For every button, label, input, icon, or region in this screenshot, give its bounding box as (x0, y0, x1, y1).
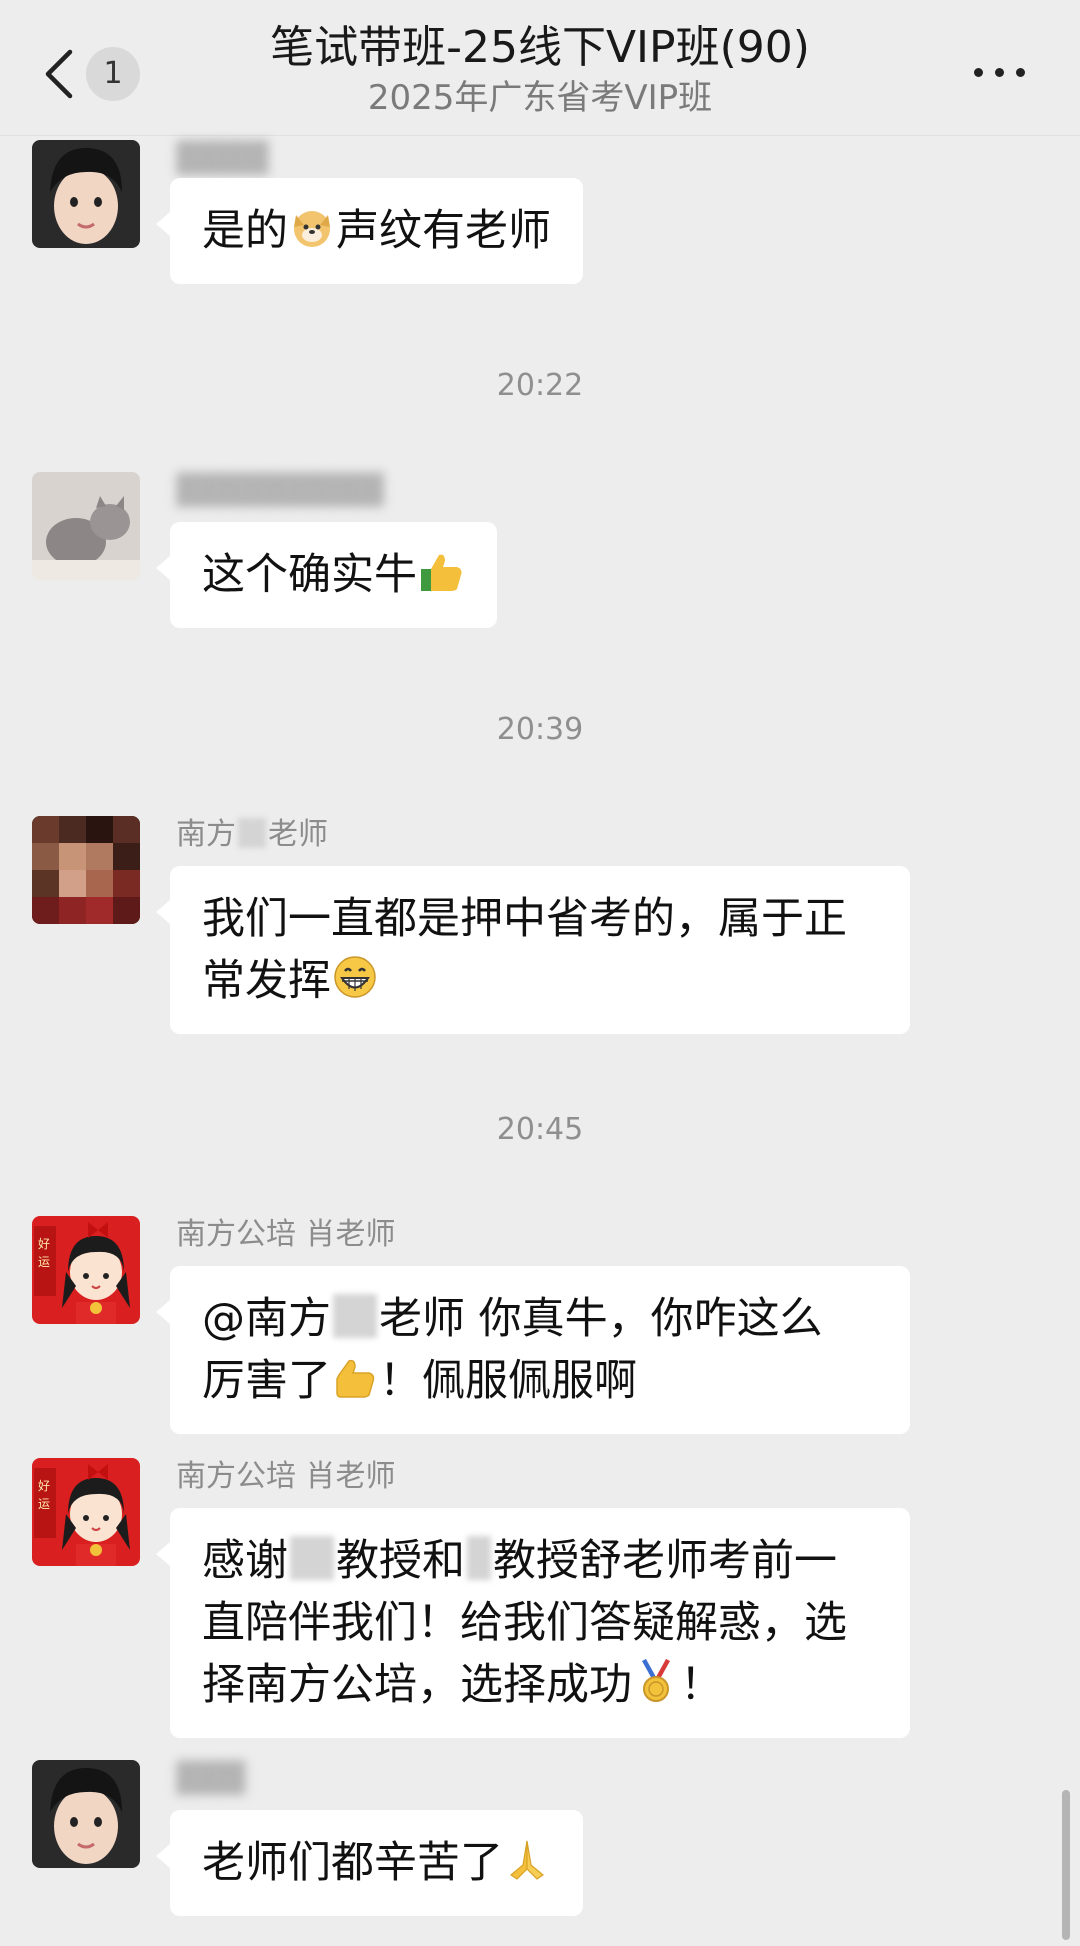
message-text: ！佩服佩服啊 (379, 1356, 637, 1406)
message-text: 声纹有老师 (336, 206, 551, 256)
sender-name-masked: ▓▓▓▓▓▓▓▓▓ (176, 473, 384, 508)
thumbs-up-emoji-icon (336, 1359, 375, 1398)
grin-emoji-icon (334, 956, 376, 998)
message-text: 直陪伴我们！给我们答疑解惑，选 (202, 1598, 847, 1648)
message-text: 厉害了 (202, 1356, 331, 1406)
scrollbar[interactable] (1062, 1790, 1070, 1940)
message-text: 择南方公培，选择成功 (202, 1660, 632, 1710)
sender-name: 南方 老师 (176, 817, 328, 852)
mention-link[interactable]: @南方 (202, 1294, 331, 1344)
message-bubble[interactable]: 感谢 教授和 教授舒老师考前一 直陪伴我们！给我们答疑解惑，选 择南方公培，选择成功… (156, 1508, 910, 1738)
avatar[interactable] (32, 140, 140, 248)
avatar[interactable] (32, 816, 140, 924)
timestamp: 20:22 (496, 368, 584, 403)
message-bubble[interactable]: 这个确实牛 (156, 522, 497, 628)
chat-title: 笔试带班-25线下VIP班(90) (270, 22, 810, 73)
timestamp: 20:39 (496, 712, 584, 747)
sender-name-masked: ▓▓▓ (176, 1761, 246, 1796)
svg-text:好: 好 (38, 1479, 50, 1493)
sender-name: 南方公培 肖老师 (176, 1459, 396, 1494)
sender-name-masked: ▓▓▓▓ (176, 141, 269, 176)
message-text: 这个确实牛 (202, 550, 417, 600)
message-text: ！ (680, 1660, 723, 1710)
chat-title-area[interactable]: 笔试带班-25线下VIP班(90) 2025年广东省考VIP班 (200, 20, 880, 120)
svg-text:好: 好 (38, 1237, 50, 1251)
svg-text:运: 运 (38, 1255, 50, 1269)
message-text: 是的 (202, 206, 288, 256)
doge-emoji-icon (294, 211, 330, 247)
avatar[interactable] (32, 472, 140, 580)
chat-header: 1 笔试带班-25线下VIP班(90) 2025年广东省考VIP班 (0, 0, 1080, 136)
message-bubble[interactable]: @南方 老师 你真牛，你咋这么 厉害了 ！佩服佩服啊 (156, 1266, 910, 1434)
message-text: 我们一直都是押中省考的，属于正 (202, 894, 847, 944)
message-bubble[interactable]: 是的 声纹有老师 (156, 178, 583, 284)
avatar[interactable]: 好 运 (32, 1458, 140, 1566)
message-text: 教授舒老师考前一 (493, 1536, 837, 1586)
unread-count-badge: 1 (86, 47, 140, 101)
thumbs-up-emoji-icon (421, 554, 462, 591)
medal-emoji-icon (642, 1659, 670, 1702)
message-text: 老师们都辛苦了 (202, 1838, 503, 1888)
more-dots-icon[interactable] (970, 52, 1030, 92)
message-bubble[interactable]: 我们一直都是押中省考的，属于正 常发挥 (156, 866, 910, 1034)
timestamp: 20:45 (496, 1112, 584, 1147)
avatar[interactable] (32, 1760, 140, 1868)
message-text: 教授和 (336, 1536, 465, 1586)
avatar[interactable]: 好 运 (32, 1216, 140, 1324)
chat-subtitle: 2025年广东省考VIP班 (367, 78, 713, 118)
chevron-left-icon (45, 49, 73, 99)
message-text: 感谢 (202, 1536, 288, 1586)
praying-hands-emoji-icon (509, 1840, 545, 1880)
sender-name: 南方公培 肖老师 (176, 1217, 396, 1252)
message-text: 老师 你真牛，你咋这么 (379, 1294, 823, 1344)
message-bubble[interactable]: 老师们都辛苦了 (156, 1810, 583, 1916)
message-text: 常发挥 (202, 956, 331, 1006)
back-button[interactable]: 1 (40, 42, 150, 106)
svg-text:运: 运 (38, 1497, 50, 1511)
